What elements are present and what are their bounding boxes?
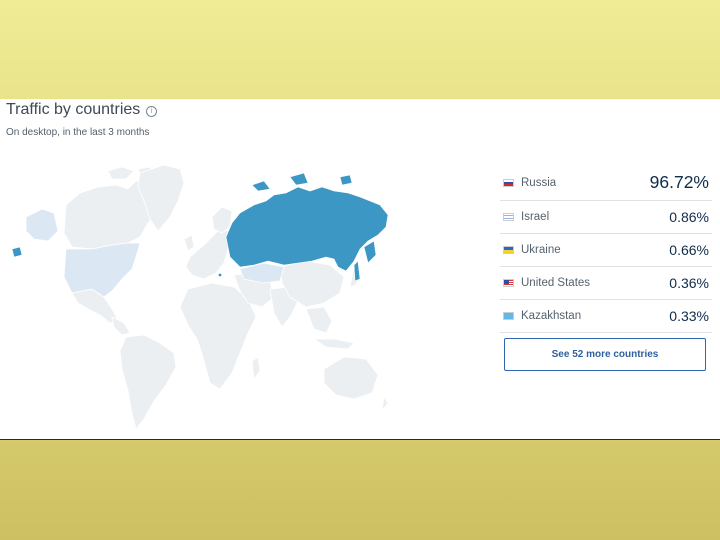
- country-row[interactable]: Israel 0.86%: [500, 201, 712, 234]
- map-new-zealand: [381, 395, 389, 412]
- country-row[interactable]: Russia 96.72%: [500, 165, 712, 201]
- israel-flag-icon: [503, 213, 514, 221]
- country-name: Kazakhstan: [521, 310, 582, 322]
- country-share: 96.72%: [649, 172, 709, 192]
- country-list: Russia 96.72% Israel 0.86% Ukraine 0.66%…: [500, 165, 712, 333]
- united-states-flag-icon: [503, 279, 514, 287]
- map-central-america: [111, 316, 131, 336]
- slide-background: [0, 0, 720, 100]
- map-africa: [179, 282, 257, 390]
- map-mexico: [71, 288, 119, 324]
- map-alaska: [25, 208, 59, 242]
- map-russia-sakhalin: [353, 260, 361, 282]
- map-russia-chukotka-tip: [11, 246, 23, 258]
- map-israel-marker: [218, 273, 222, 277]
- traffic-widget: Traffic by countries i On desktop, in th…: [0, 99, 720, 440]
- country-share: 0.36%: [669, 275, 709, 291]
- see-more-countries-button[interactable]: See 52 more countries: [504, 338, 706, 371]
- map-se-asia: [305, 306, 333, 334]
- country-share: 0.86%: [669, 209, 709, 225]
- country-name: Ukraine: [521, 244, 561, 256]
- map-indonesia: [312, 338, 355, 350]
- map-south-america: [119, 334, 177, 430]
- country-name: Israel: [521, 211, 550, 223]
- map-russia-kamchatka: [363, 240, 377, 264]
- map-russia: [225, 186, 389, 272]
- map-australia: [323, 356, 379, 400]
- widget-subtitle: On desktop, in the last 3 months: [6, 127, 150, 138]
- country-name: Russia: [521, 176, 557, 189]
- map-europe: [185, 226, 231, 280]
- country-row[interactable]: Kazakhstan 0.33%: [500, 300, 712, 333]
- country-row[interactable]: United States 0.36%: [500, 267, 712, 300]
- ukraine-flag-icon: [503, 246, 514, 254]
- widget-title: Traffic by countries: [6, 101, 141, 118]
- kazakhstan-flag-icon: [503, 312, 514, 320]
- country-share: 0.33%: [669, 308, 709, 324]
- country-name: United States: [521, 277, 591, 289]
- map-madagascar: [251, 356, 261, 381]
- country-row[interactable]: Ukraine 0.66%: [500, 234, 712, 267]
- country-share: 0.66%: [669, 242, 709, 258]
- widget-header: Traffic by countries i: [6, 101, 158, 119]
- map-scandinavia: [211, 206, 233, 234]
- map-united-states: [63, 242, 141, 298]
- world-map: [11, 164, 389, 430]
- info-icon[interactable]: i: [146, 105, 158, 117]
- russia-flag-icon: [503, 178, 514, 187]
- map-uk: [183, 234, 195, 252]
